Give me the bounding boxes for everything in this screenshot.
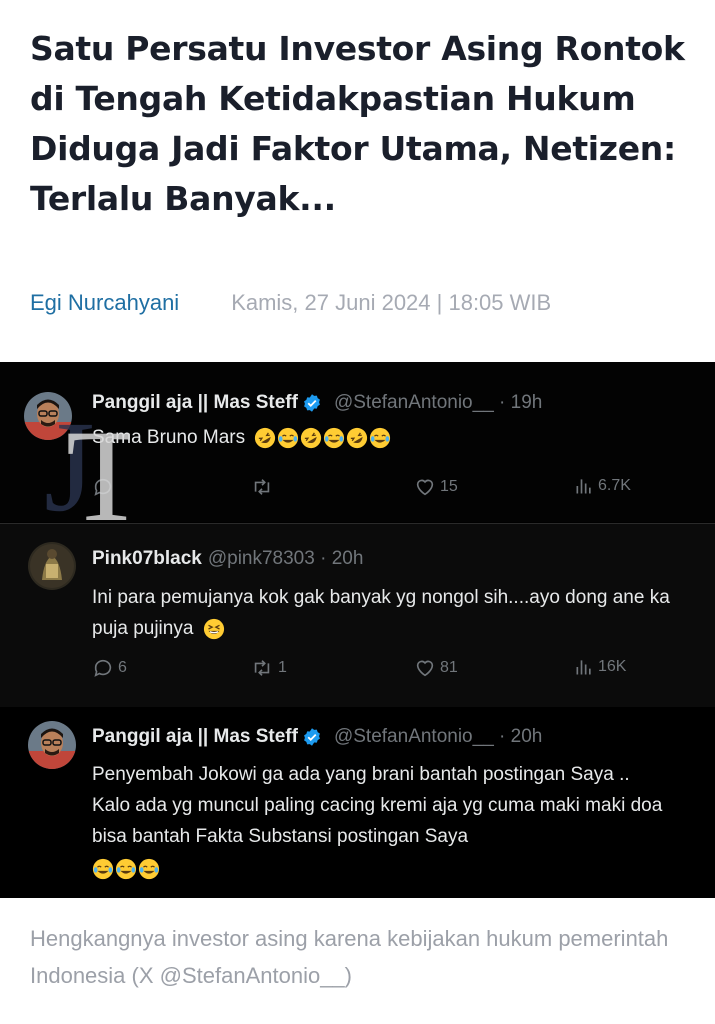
tweet-text-line-2: Kalo ada yg muncul paling cacing kremi a… bbox=[92, 795, 663, 816]
views-count: 6.7K bbox=[598, 477, 631, 494]
tweet-text-line-3: bisa bantah Fakta Substansi postingan Sa… bbox=[92, 826, 469, 847]
emoji-group bbox=[254, 427, 391, 449]
retweet-action[interactable]: 1 bbox=[250, 657, 287, 679]
tweet-screenshot-image: Panggil aja || Mas Steff @StefanAntonio_… bbox=[0, 362, 715, 898]
avatar bbox=[28, 721, 76, 769]
handle-and-time: @StefanAntonio__ · 20h bbox=[333, 726, 543, 747]
rolling-laugh-emoji-icon bbox=[301, 427, 322, 449]
retweet-action[interactable] bbox=[250, 476, 278, 498]
tears-of-joy-emoji-icon bbox=[324, 427, 345, 449]
author-link[interactable]: Egi Nurcahyani bbox=[30, 290, 179, 316]
grinning-squint-emoji-icon bbox=[203, 618, 224, 640]
display-name: Panggil aja || Mas Steff bbox=[92, 726, 298, 747]
like-action[interactable]: 15 bbox=[414, 476, 458, 498]
svg-text:T: T bbox=[66, 402, 130, 522]
retweet-count: 1 bbox=[278, 659, 287, 676]
heart-icon bbox=[416, 660, 434, 677]
tears-of-joy-emoji-icon bbox=[370, 427, 391, 449]
tweet-text-content: puja pujinya bbox=[92, 618, 194, 639]
verified-badge-icon bbox=[304, 728, 320, 746]
like-count: 81 bbox=[440, 659, 458, 676]
tears-of-joy-emoji-icon bbox=[115, 858, 137, 880]
tweet-actions: 15 6.7K bbox=[0, 476, 715, 502]
tweet-2: Pink07black @pink78303 · 20h Ini para pe… bbox=[0, 523, 715, 708]
tweet-text: Sama Bruno Mars bbox=[92, 422, 391, 453]
reply-count: 6 bbox=[118, 659, 127, 676]
like-action[interactable]: 81 bbox=[414, 657, 458, 679]
views-action[interactable]: 6.7K bbox=[574, 476, 631, 496]
tweet-header: Panggil aja || Mas Steff @StefanAntonio_… bbox=[92, 392, 542, 414]
tweet-header: Pink07black @pink78303 · 20h bbox=[92, 548, 363, 570]
views-icon bbox=[576, 660, 591, 675]
tears-of-joy-emoji-icon bbox=[278, 427, 299, 449]
display-name: Panggil aja || Mas Steff bbox=[92, 392, 298, 413]
reply-icon bbox=[94, 478, 112, 496]
tears-of-joy-emoji-icon bbox=[138, 858, 160, 880]
tweet-text-line-1: Penyembah Jokowi ga ada yang brani banta… bbox=[92, 764, 630, 785]
avatar bbox=[24, 392, 72, 440]
tweet-text-line-1: Ini para pemujanya kok gak banyak yg non… bbox=[92, 587, 670, 608]
heart-icon bbox=[416, 479, 434, 496]
retweet-icon bbox=[254, 479, 270, 495]
article-title: Satu Persatu Investor Asing Rontok di Te… bbox=[30, 29, 685, 218]
tweet-header: Panggil aja || Mas Steff @StefanAntonio_… bbox=[92, 726, 542, 748]
views-action[interactable]: 16K bbox=[574, 657, 626, 677]
avatar bbox=[28, 542, 76, 590]
tweet-text-line-2: puja pujinya bbox=[92, 613, 225, 644]
retweet-icon bbox=[254, 660, 270, 676]
like-count: 15 bbox=[440, 478, 458, 495]
reply-action[interactable] bbox=[92, 476, 118, 498]
tweet-1: Panggil aja || Mas Steff @StefanAntonio_… bbox=[0, 362, 715, 522]
reply-action[interactable]: 6 bbox=[92, 657, 127, 679]
handle-and-time: @pink78303 · 20h bbox=[207, 548, 364, 569]
tears-of-joy-emoji-icon bbox=[92, 858, 114, 880]
rolling-laugh-emoji-icon bbox=[347, 427, 368, 449]
reply-icon bbox=[94, 659, 112, 677]
article-meta: Egi Nurcahyani Kamis, 27 Juni 2024 | 18:… bbox=[30, 287, 551, 319]
publish-date: Kamis, 27 Juni 2024 | 18:05 WIB bbox=[231, 290, 552, 315]
tweet-text-line-4 bbox=[92, 853, 160, 884]
image-caption: Hengkangnya investor asing karena kebija… bbox=[30, 926, 669, 988]
tweet-actions: 6 1 81 16K bbox=[0, 657, 715, 683]
emoji-group bbox=[203, 618, 225, 640]
views-icon bbox=[576, 479, 591, 494]
tweet-text-content: Sama Bruno Mars bbox=[92, 427, 246, 448]
verified-badge-icon bbox=[304, 394, 320, 412]
views-count: 16K bbox=[598, 658, 627, 675]
display-name: Pink07black bbox=[92, 548, 202, 569]
handle-and-time: @StefanAntonio__ · 19h bbox=[333, 392, 543, 413]
emoji-group bbox=[92, 858, 160, 880]
rolling-laugh-emoji-icon bbox=[255, 427, 276, 449]
tweet-3: Panggil aja || Mas Steff @StefanAntonio_… bbox=[0, 707, 715, 898]
